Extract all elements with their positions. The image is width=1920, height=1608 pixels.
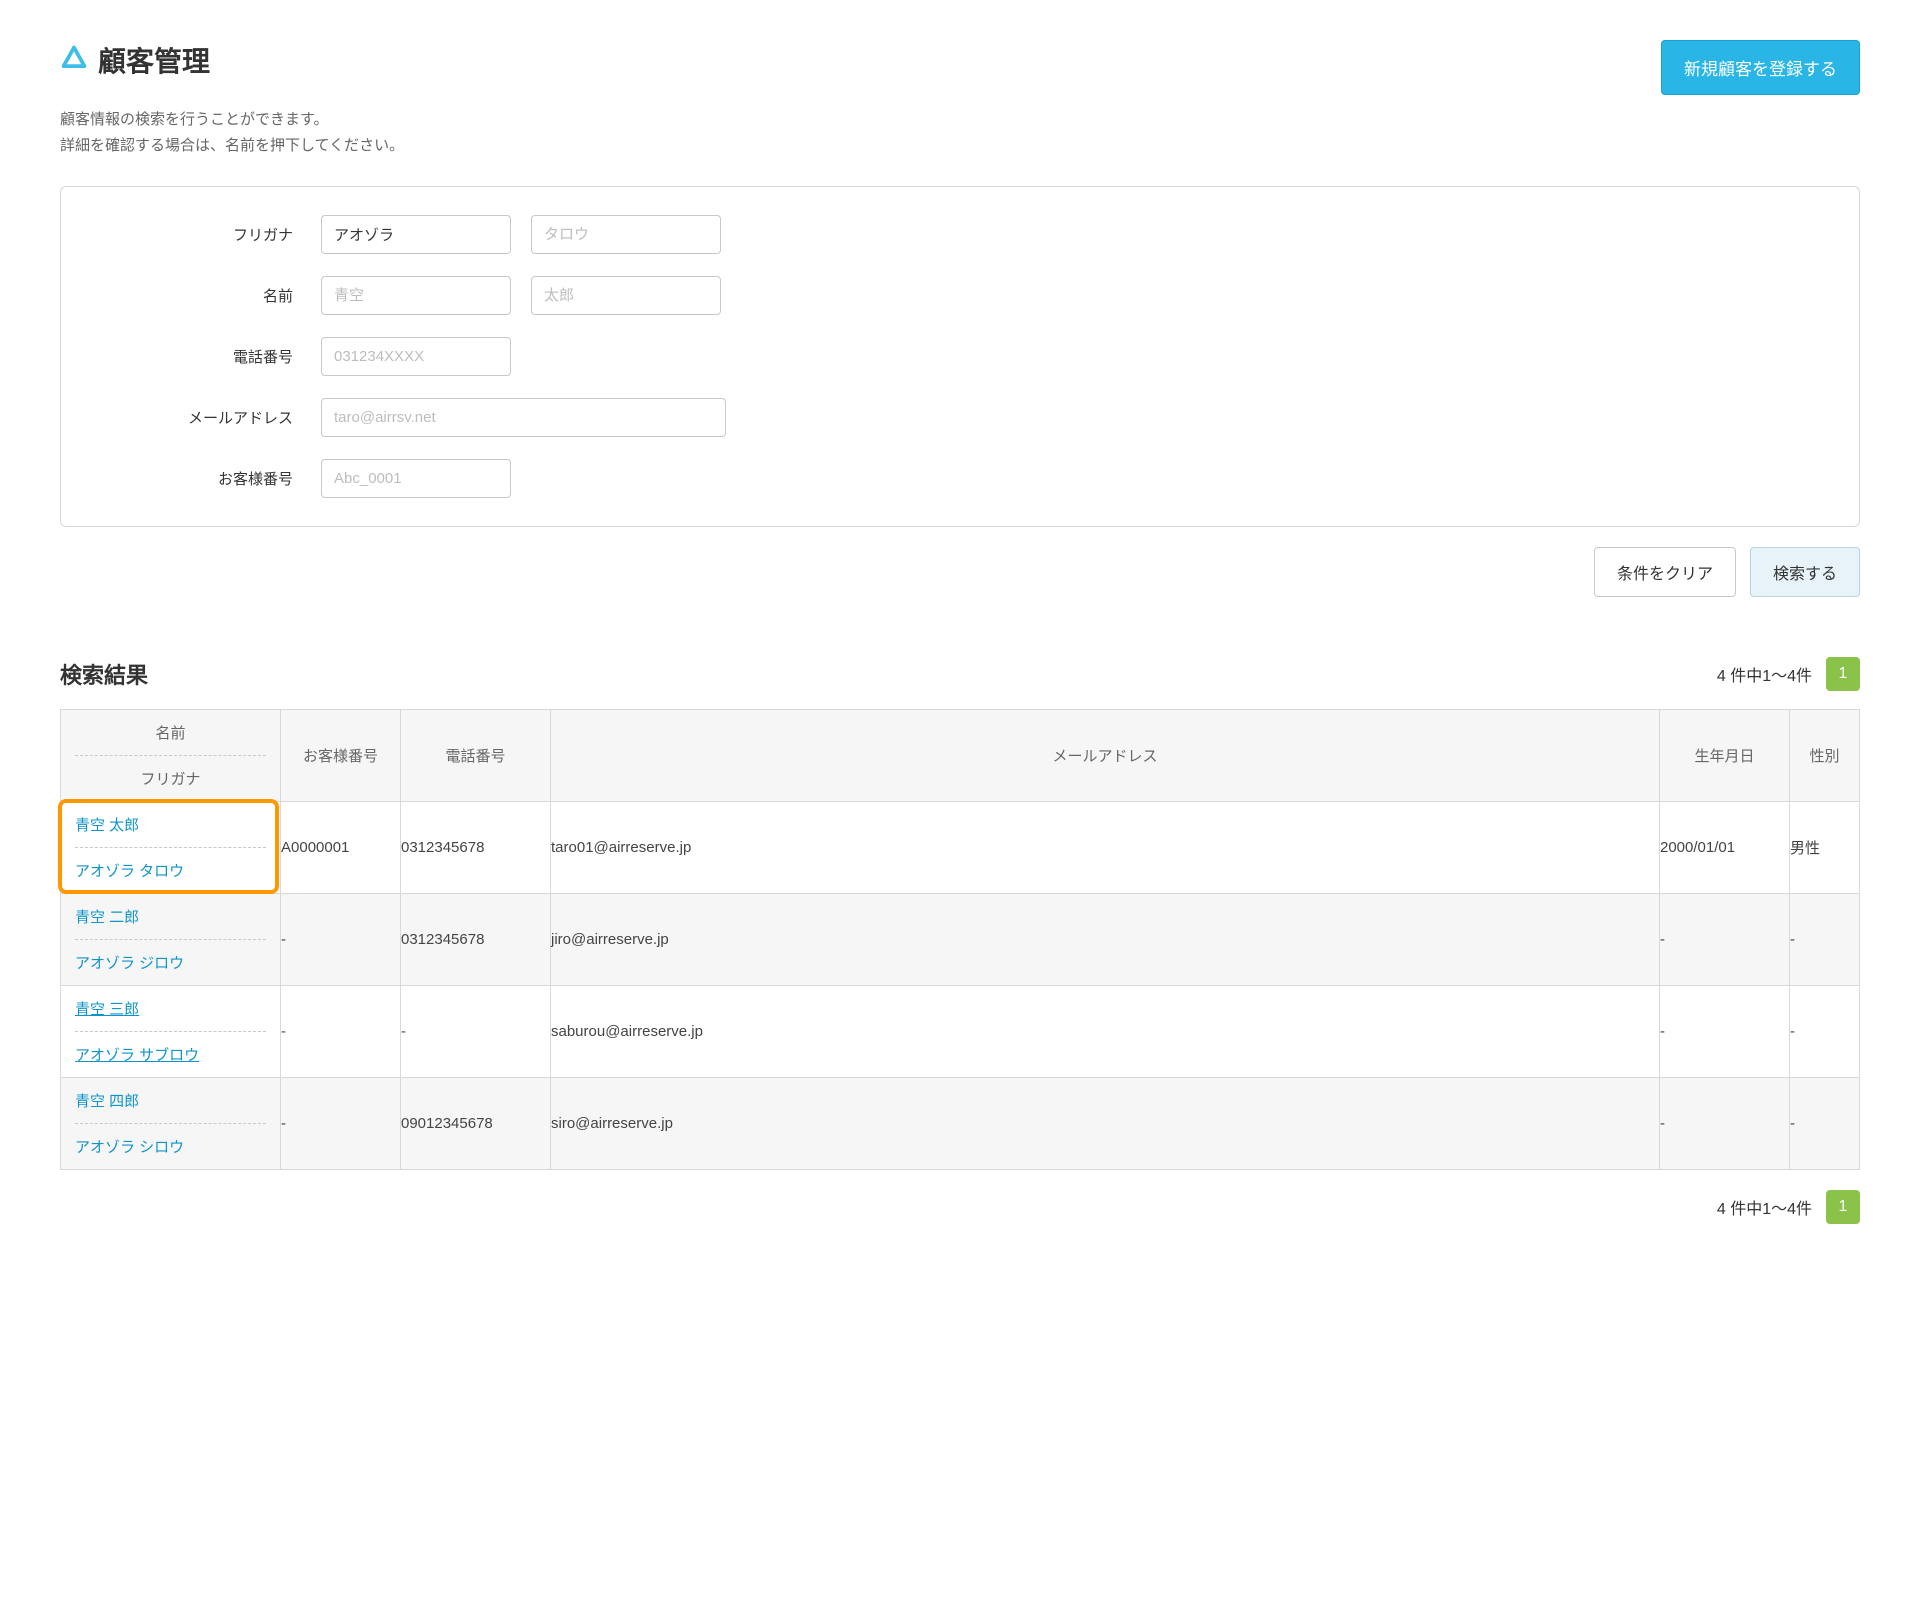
customer-no-cell: A0000001 bbox=[281, 802, 401, 894]
customer-kana-link[interactable]: アオゾラ シロウ bbox=[75, 1139, 184, 1156]
customer-no-cell: - bbox=[281, 1078, 401, 1170]
dob-cell: 2000/01/01 bbox=[1660, 802, 1790, 894]
phone-cell: 09012345678 bbox=[401, 1078, 551, 1170]
customer-kana-link[interactable]: アオゾラ ジロウ bbox=[75, 955, 184, 972]
gender-cell: - bbox=[1790, 894, 1860, 986]
col-dob: 生年月日 bbox=[1660, 710, 1790, 802]
table-row: 青空 三郎アオゾラ サブロウ--saburou@airreserve.jp-- bbox=[61, 986, 1860, 1078]
table-row: 青空 二郎アオゾラ ジロウ-0312345678jiro@airreserve.… bbox=[61, 894, 1860, 986]
col-name-header: 名前 フリガナ bbox=[61, 710, 281, 802]
page-number-footer[interactable]: 1 bbox=[1826, 1190, 1860, 1224]
table-row: 青空 四郎アオゾラ シロウ-09012345678siro@airreserve… bbox=[61, 1078, 1860, 1170]
name-label: 名前 bbox=[61, 285, 321, 306]
customer-name-link[interactable]: 青空 四郎 bbox=[75, 1093, 139, 1110]
results-title: 検索結果 bbox=[60, 658, 148, 690]
page-title: 顧客管理 bbox=[98, 40, 210, 80]
name-cell: 青空 二郎アオゾラ ジロウ bbox=[61, 894, 281, 986]
gender-cell: - bbox=[1790, 1078, 1860, 1170]
phone-input[interactable] bbox=[321, 337, 511, 376]
col-phone: 電話番号 bbox=[401, 710, 551, 802]
customer-kana-link[interactable]: アオゾラ サブロウ bbox=[75, 1047, 199, 1064]
col-customer-no: お客様番号 bbox=[281, 710, 401, 802]
clear-button[interactable]: 条件をクリア bbox=[1594, 547, 1736, 597]
customer-no-cell: - bbox=[281, 894, 401, 986]
results-table: 名前 フリガナ お客様番号 電話番号 メールアドレス 生年月日 性別 青空 太郎… bbox=[60, 709, 1860, 1170]
col-gender: 性別 bbox=[1790, 710, 1860, 802]
furigana-mei-input[interactable] bbox=[531, 215, 721, 254]
dob-cell: - bbox=[1660, 894, 1790, 986]
description-line2: 詳細を確認する場合は、名前を押下してください。 bbox=[60, 133, 1860, 159]
name-mei-input[interactable] bbox=[531, 276, 721, 315]
dob-cell: - bbox=[1660, 986, 1790, 1078]
email-cell: taro01@airreserve.jp bbox=[551, 802, 1660, 894]
col-name-bottom: フリガナ bbox=[75, 756, 266, 801]
results-count: 4 件中1〜4件 bbox=[1717, 662, 1812, 686]
email-label: メールアドレス bbox=[61, 407, 321, 428]
search-panel: フリガナ 名前 電話番号 メールアドレス お客様番号 bbox=[60, 186, 1860, 527]
col-name-top: 名前 bbox=[75, 710, 266, 756]
triangle-icon bbox=[60, 44, 88, 77]
customer-name-link[interactable]: 青空 二郎 bbox=[75, 909, 139, 926]
search-button[interactable]: 検索する bbox=[1750, 547, 1860, 597]
name-cell: 青空 太郎アオゾラ タロウ bbox=[61, 802, 281, 894]
email-cell: saburou@airreserve.jp bbox=[551, 986, 1660, 1078]
customer-kana-link[interactable]: アオゾラ タロウ bbox=[75, 863, 184, 880]
furigana-sei-input[interactable] bbox=[321, 215, 511, 254]
col-email: メールアドレス bbox=[551, 710, 1660, 802]
table-row: 青空 太郎アオゾラ タロウA00000010312345678taro01@ai… bbox=[61, 802, 1860, 894]
dob-cell: - bbox=[1660, 1078, 1790, 1170]
gender-cell: - bbox=[1790, 986, 1860, 1078]
new-customer-button[interactable]: 新規顧客を登録する bbox=[1661, 40, 1860, 95]
gender-cell: 男性 bbox=[1790, 802, 1860, 894]
phone-cell: - bbox=[401, 986, 551, 1078]
customer-no-label: お客様番号 bbox=[61, 468, 321, 489]
page-number[interactable]: 1 bbox=[1826, 657, 1860, 691]
phone-cell: 0312345678 bbox=[401, 894, 551, 986]
customer-no-input[interactable] bbox=[321, 459, 511, 498]
results-count-footer: 4 件中1〜4件 bbox=[1717, 1195, 1812, 1219]
phone-label: 電話番号 bbox=[61, 346, 321, 367]
page-description: 顧客情報の検索を行うことができます。 詳細を確認する場合は、名前を押下してくださ… bbox=[60, 107, 1860, 158]
phone-cell: 0312345678 bbox=[401, 802, 551, 894]
email-cell: jiro@airreserve.jp bbox=[551, 894, 1660, 986]
furigana-label: フリガナ bbox=[61, 224, 321, 245]
name-cell: 青空 三郎アオゾラ サブロウ bbox=[61, 986, 281, 1078]
customer-name-link[interactable]: 青空 太郎 bbox=[75, 817, 139, 834]
customer-no-cell: - bbox=[281, 986, 401, 1078]
email-input[interactable] bbox=[321, 398, 726, 437]
customer-name-link[interactable]: 青空 三郎 bbox=[75, 1001, 139, 1018]
email-cell: siro@airreserve.jp bbox=[551, 1078, 1660, 1170]
name-cell: 青空 四郎アオゾラ シロウ bbox=[61, 1078, 281, 1170]
description-line1: 顧客情報の検索を行うことができます。 bbox=[60, 107, 1860, 133]
name-sei-input[interactable] bbox=[321, 276, 511, 315]
